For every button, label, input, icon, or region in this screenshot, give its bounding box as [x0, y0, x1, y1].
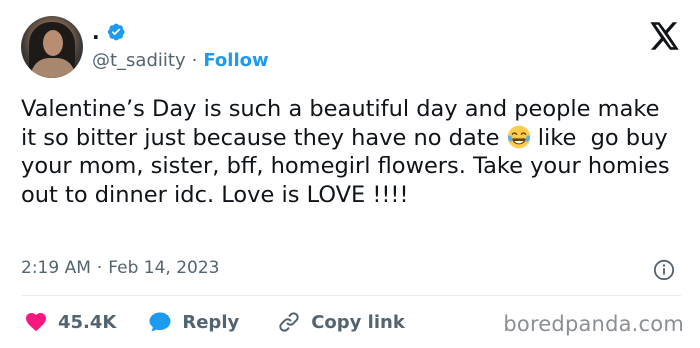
link-icon	[279, 312, 299, 332]
timestamp-row: 2:19 AM · Feb 14, 2023	[21, 258, 220, 278]
copy-link-label: Copy link	[311, 311, 405, 333]
tweet-text: Valentine’s Day is such a beautiful day …	[21, 95, 681, 209]
watermark: boredpanda.com	[503, 312, 684, 336]
copy-link-button[interactable]: Copy link	[277, 310, 405, 334]
x-logo-icon[interactable]	[650, 22, 680, 50]
display-name[interactable]: .	[92, 22, 100, 42]
avatar[interactable]	[21, 16, 83, 78]
like-button[interactable]: 45.4K	[24, 310, 116, 334]
author-handle-row: @t_sadiity · Follow	[92, 48, 269, 72]
author-name-row: .	[92, 20, 126, 44]
action-bar: 45.4K Reply Copy link	[24, 308, 405, 336]
divider	[21, 295, 681, 296]
like-count: 45.4K	[58, 311, 117, 333]
tweet-date[interactable]: Feb 14, 2023	[108, 258, 219, 278]
follow-button[interactable]: Follow	[203, 50, 268, 71]
heart-icon	[26, 313, 46, 332]
reply-button[interactable]: Reply	[148, 310, 239, 334]
handle[interactable]: @t_sadiity	[92, 50, 186, 71]
separator-dot: ·	[96, 258, 103, 278]
info-icon[interactable]	[653, 259, 675, 281]
verified-badge-icon	[107, 23, 125, 41]
tweet-time[interactable]: 2:19 AM	[21, 258, 91, 278]
face-with-tears-of-joy-icon	[507, 125, 530, 148]
separator-dot: ·	[191, 49, 198, 71]
reply-label: Reply	[182, 311, 240, 333]
avatar-face	[43, 30, 63, 56]
reply-bubble-icon	[149, 312, 171, 332]
